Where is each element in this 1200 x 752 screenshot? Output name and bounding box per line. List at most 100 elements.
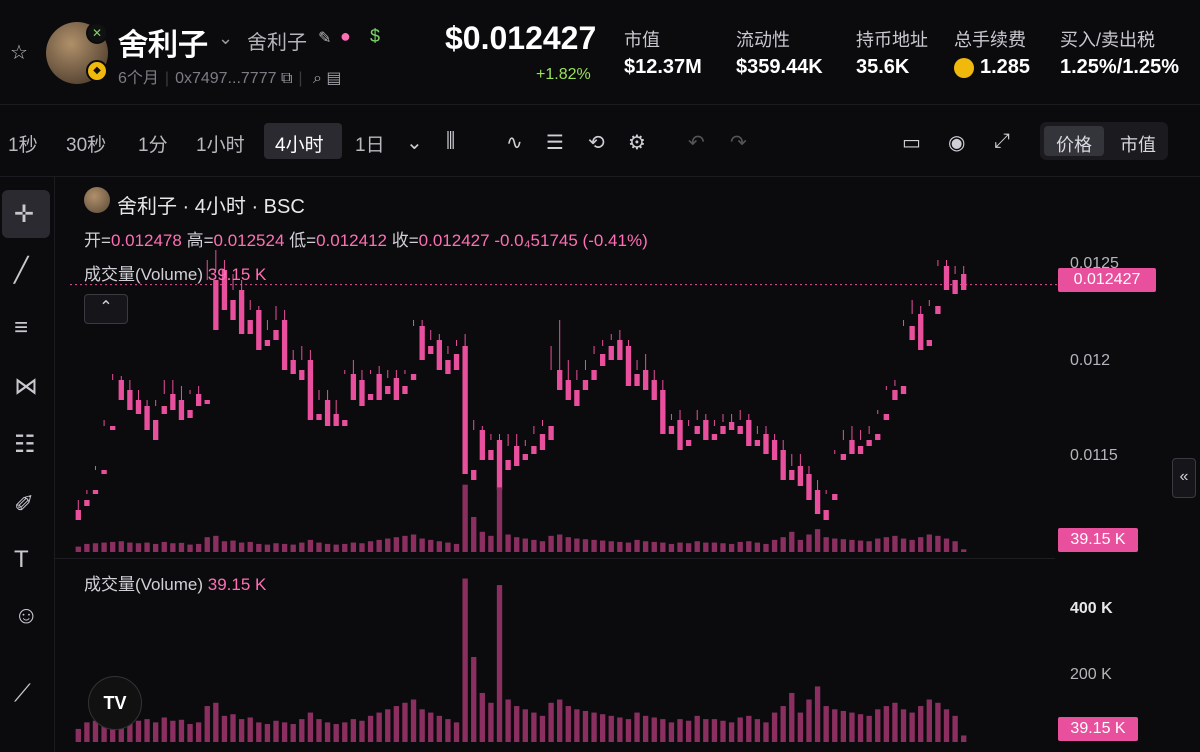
candle-body <box>849 440 855 454</box>
candle-body <box>926 340 932 346</box>
volume-bar <box>539 715 546 742</box>
overlay-volume-bar <box>419 538 425 552</box>
candle-body <box>110 426 116 430</box>
volume-bar <box>754 719 761 742</box>
overlay-volume-bar <box>75 546 81 552</box>
overlay-volume-bar <box>582 539 589 552</box>
candle-body <box>436 340 443 370</box>
candle-body <box>92 490 99 494</box>
volume-bar <box>875 709 881 742</box>
volume-bar <box>832 709 838 742</box>
volume-bar <box>238 719 245 742</box>
volume-bar <box>557 699 563 742</box>
price-chart[interactable] <box>0 0 1200 752</box>
candle-body <box>316 414 322 420</box>
volume-bar <box>574 709 580 742</box>
candle-body <box>410 374 417 380</box>
open-label: 开= <box>84 231 111 250</box>
candle-body <box>943 266 950 290</box>
overlay-volume-bar <box>118 541 124 552</box>
overlay-volume-bar <box>926 534 932 552</box>
volume-bar <box>823 706 829 742</box>
candle-body <box>668 426 675 434</box>
volume-bar <box>256 722 262 742</box>
candle-body <box>170 394 176 410</box>
volume-bar <box>187 724 193 742</box>
volume-bar <box>634 712 640 742</box>
overlay-volume-bar <box>737 541 743 552</box>
volume-bar <box>462 578 468 742</box>
open-value: 0.012478 <box>110 231 182 250</box>
overlay-volume-bar <box>754 542 761 552</box>
overlay-volume-bar <box>814 529 821 552</box>
overlay-volume-bar <box>875 538 881 552</box>
candle-body <box>471 470 477 480</box>
candle-body <box>746 420 752 446</box>
candle-body <box>548 426 554 440</box>
volume-bar <box>152 722 159 742</box>
candle-body <box>935 306 941 314</box>
volume-tick-1: 200 K <box>1070 666 1112 683</box>
volume-bar <box>367 715 374 742</box>
pane-divider[interactable] <box>55 558 1055 559</box>
volume-bar <box>857 714 864 742</box>
collapse-legend-button[interactable]: ⌃ <box>84 294 128 324</box>
overlay-volume-bar <box>685 543 692 552</box>
volume-bar <box>651 717 657 742</box>
overlay-volume-bar <box>307 539 314 552</box>
candle-body <box>531 446 537 454</box>
candle-body <box>814 490 821 514</box>
overlay-volume-bar <box>195 543 202 552</box>
overlay-volume-bar <box>256 543 262 552</box>
candle-body <box>488 450 494 460</box>
candle-body <box>797 466 804 486</box>
candle-body <box>230 300 236 320</box>
volume-bar <box>625 719 632 742</box>
volume-bar <box>505 699 511 742</box>
overlay-volume-bar <box>488 535 494 552</box>
overlay-volume-bar <box>367 541 374 552</box>
volume-bar <box>892 702 898 742</box>
candle-body <box>780 450 786 480</box>
volume-bar <box>582 710 589 742</box>
volume-bar <box>471 657 477 742</box>
low-value: 0.012412 <box>316 231 387 250</box>
candle-body <box>617 340 623 360</box>
overlay-volume-bar <box>625 542 632 552</box>
candle-body <box>565 380 571 400</box>
volume-label-pane: 成交量(Volume) <box>84 575 204 594</box>
candle-body <box>213 280 219 330</box>
volume-bar <box>316 719 322 742</box>
volume-bar <box>410 699 417 742</box>
volume-value: 39.15 K <box>207 265 267 284</box>
candle-body <box>161 406 167 414</box>
volume-bar <box>943 709 950 742</box>
overlay-volume-bar <box>221 541 228 552</box>
volume-bar <box>178 719 185 742</box>
candle-body <box>367 394 374 400</box>
candle-body <box>539 434 546 450</box>
volume-bar <box>918 706 924 742</box>
volume-bar <box>514 706 520 742</box>
candle-body <box>625 346 632 386</box>
overlay-volume-bar <box>857 540 864 552</box>
tradingview-logo[interactable]: TV <box>88 676 142 730</box>
volume-bar <box>599 714 606 742</box>
overlay-volume-bar <box>471 517 477 552</box>
volume-bar <box>531 712 537 742</box>
volume-bar <box>281 722 288 742</box>
volume-bar <box>393 706 400 742</box>
overlay-volume-bar <box>703 542 709 552</box>
volume-bar <box>479 692 485 742</box>
candle-body <box>892 390 898 400</box>
candle-body <box>651 380 657 400</box>
volume-bar <box>900 709 907 742</box>
candle-body <box>557 370 563 390</box>
overlay-volume-bar <box>823 537 829 552</box>
low-label: 低= <box>289 231 317 250</box>
overlay-volume-bar <box>496 487 503 552</box>
overlay-volume-bar <box>832 538 838 552</box>
overlay-volume-bar <box>101 542 107 552</box>
volume-bar <box>419 709 425 742</box>
expand-side-panel-button[interactable]: « <box>1172 458 1196 498</box>
